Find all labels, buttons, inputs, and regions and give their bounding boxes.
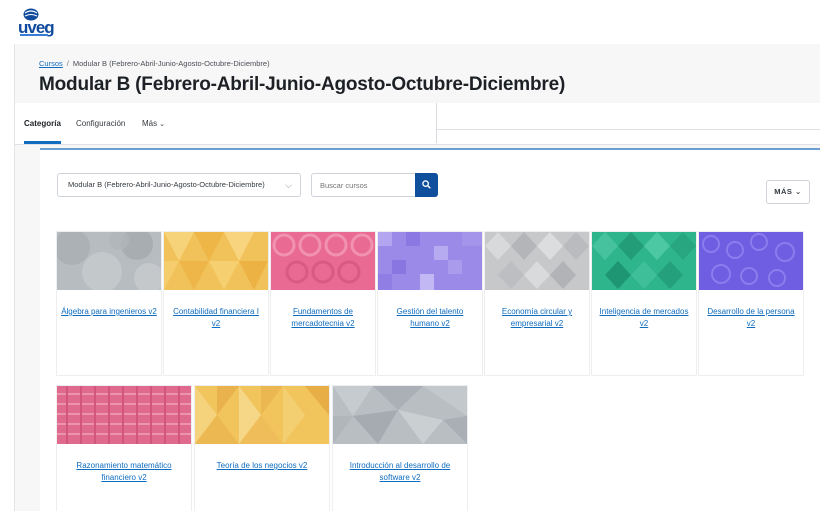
course-image-economia	[485, 232, 589, 290]
uveg-logo[interactable]: uveg	[18, 8, 55, 38]
more-button-label: MÁS	[774, 187, 793, 196]
tab-label: Configuración	[76, 119, 126, 128]
course-image-mercadotecnia	[271, 232, 375, 290]
tab-label: Más	[142, 119, 158, 128]
content-frame: Cursos / Modular B (Febrero-Abril-Junio-Ag…	[14, 44, 820, 511]
breadcrumb: Cursos / Modular B (Febrero-Abril-Junio-Ag…	[39, 59, 270, 68]
page-root: uveg Cursos / Modular B (Febrero-Abril-Jun…	[0, 0, 820, 511]
course-card[interactable]: Razonamiento matemático financiero v2	[57, 386, 191, 511]
course-image-teoria	[195, 386, 329, 444]
course-name-link[interactable]: Desarrollo de la persona v2	[703, 306, 799, 330]
more-button[interactable]: MÁS ⌄	[766, 180, 810, 204]
breadcrumb-current: Modular B (Febrero-Abril-Junio-Agosto-Oc…	[72, 59, 270, 68]
course-name-link[interactable]: Introducción al desarrollo de software v…	[337, 460, 463, 484]
course-card[interactable]: Economía circular y empresarial v2	[485, 232, 589, 375]
secondary-navigation: Categoría Configuración Más ⌄	[15, 103, 820, 145]
course-name-link[interactable]: Razonamiento matemático financiero v2	[61, 460, 187, 484]
nav-divider	[436, 103, 820, 143]
course-card[interactable]: Gestión del talento humano v2	[378, 232, 482, 375]
page-title: Modular B (Febrero-Abril-Junio-Agosto-Oc…	[39, 74, 566, 95]
course-card[interactable]: Contabilidad financiera I v2	[164, 232, 268, 375]
course-name-link[interactable]: Gestión del talento humano v2	[382, 306, 478, 330]
course-image-software	[333, 386, 467, 444]
course-image-desarrollo-persona	[699, 232, 803, 290]
course-name-link[interactable]: Teoría de los negocios v2	[199, 460, 325, 472]
course-search-input[interactable]	[311, 173, 415, 197]
course-card[interactable]: Teoría de los negocios v2	[195, 386, 329, 511]
course-name-link[interactable]: Fundamentos de mercadotecnia v2	[275, 306, 371, 330]
course-image-inteligencia	[592, 232, 696, 290]
course-image-algebra	[57, 232, 161, 290]
course-category-region: Modular B (Febrero-Abril-Junio-Agosto-Oc…	[40, 148, 820, 511]
tab-configuracion[interactable]: Configuración	[76, 103, 125, 144]
course-card[interactable]: Álgebra para ingenieros v2	[57, 232, 161, 375]
chevron-down-icon: ⌄	[159, 121, 165, 128]
breadcrumb-separator: /	[66, 59, 69, 68]
course-name-link[interactable]: Inteligencia de mercados v2	[596, 306, 692, 330]
course-card[interactable]: Desarrollo de la persona v2	[699, 232, 803, 375]
course-card[interactable]: Introducción al desarrollo de software v…	[333, 386, 467, 511]
chevron-down-icon: ⌄	[794, 187, 802, 196]
course-image-razonamiento	[57, 386, 191, 444]
tab-categoria[interactable]: Categoría	[24, 103, 61, 144]
top-navbar: uveg	[0, 0, 820, 44]
course-image-contabilidad	[164, 232, 268, 290]
course-card[interactable]: Inteligencia de mercados v2	[592, 232, 696, 375]
course-card[interactable]: Fundamentos de mercadotecnia v2	[271, 232, 375, 375]
course-name-link[interactable]: Economía circular y empresarial v2	[489, 306, 585, 330]
breadcrumb-link-cursos[interactable]: Cursos	[39, 59, 63, 68]
tab-mas[interactable]: Más ⌄	[142, 103, 165, 144]
category-select[interactable]: Modular B (Febrero-Abril-Junio-Agosto-Oc…	[57, 173, 301, 197]
course-image-talento	[378, 232, 482, 290]
course-name-link[interactable]: Álgebra para ingenieros v2	[61, 306, 157, 318]
course-name-link[interactable]: Contabilidad financiera I v2	[168, 306, 264, 330]
category-select-value: Modular B (Febrero-Abril-Junio-Agosto-Oc…	[68, 180, 265, 189]
tab-label: Categoría	[24, 119, 61, 128]
logo-underline	[20, 34, 48, 36]
page-header: Cursos / Modular B (Febrero-Abril-Junio-Ag…	[15, 44, 820, 145]
chevron-down-icon: ⌵	[285, 180, 292, 190]
search-button[interactable]	[415, 173, 438, 197]
search-icon	[422, 180, 431, 189]
